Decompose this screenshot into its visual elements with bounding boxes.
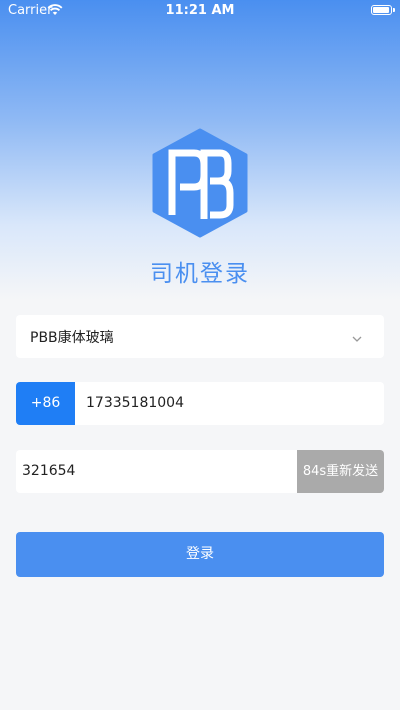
chevron-down-icon [352,328,362,347]
battery-icon [371,5,395,15]
country-code-button[interactable]: +86 [16,382,75,425]
company-select[interactable]: PBB康体玻璃 [16,315,384,358]
verification-code-input[interactable]: 321654 [22,450,75,493]
status-time: 11:21 AM [165,3,235,18]
company-select-value: PBB康体玻璃 [30,330,114,346]
page-title: 司机登录 [150,261,250,287]
resend-code-button[interactable]: 84s重新发送 [297,450,384,493]
status-bar: Carrier 11:21 AM [0,0,400,22]
login-button[interactable]: 登录 [16,532,384,577]
phone-field: +86 17335181004 [16,382,384,425]
verification-code-field: 321654 84s重新发送 [16,450,384,493]
phone-input[interactable]: 17335181004 [86,382,184,425]
app-logo [150,127,250,239]
